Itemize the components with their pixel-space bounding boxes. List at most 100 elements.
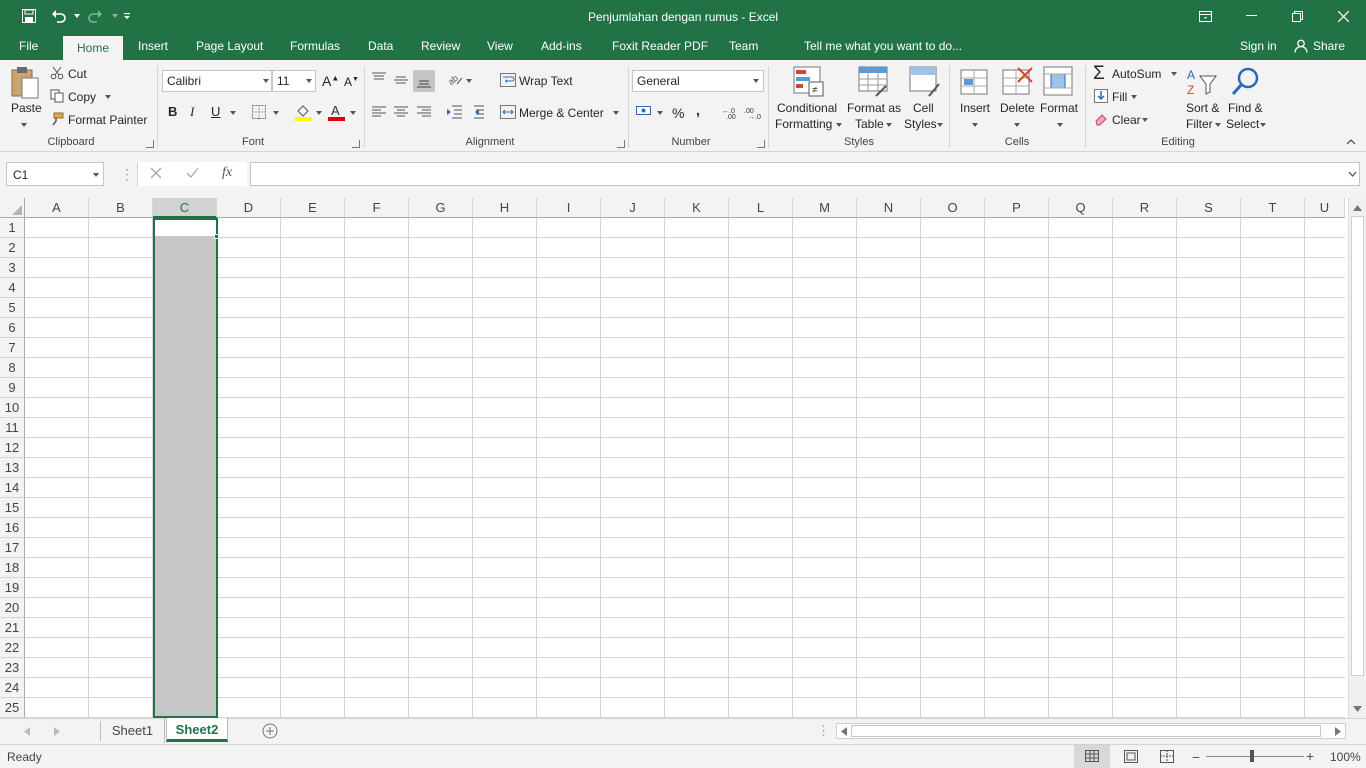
sheet-scroll-left-icon[interactable]	[24, 727, 30, 736]
tab-data[interactable]: Data	[368, 39, 393, 53]
underline-button[interactable]: U	[211, 104, 220, 119]
tab-insert[interactable]: Insert	[138, 39, 168, 53]
font-dialog-launcher[interactable]	[352, 140, 360, 148]
format-as-table-label-1[interactable]: Format as	[847, 101, 901, 115]
active-cell[interactable]	[155, 220, 216, 236]
fill-button[interactable]: Fill	[1112, 90, 1127, 104]
zoom-out-button[interactable]: −	[1192, 749, 1200, 765]
number-format-dropdown-icon[interactable]	[753, 79, 759, 83]
sort-filter-dropdown-icon[interactable]	[1215, 123, 1221, 127]
minimize-icon[interactable]	[1228, 0, 1274, 32]
delete-cells-button[interactable]: Delete	[1000, 101, 1035, 115]
collapse-ribbon-icon[interactable]	[1346, 138, 1356, 145]
sort-filter-label-2[interactable]: Filter	[1186, 117, 1213, 131]
selected-column-range[interactable]	[153, 218, 218, 718]
copy-button[interactable]: Copy	[68, 90, 96, 104]
font-color-icon[interactable]: A	[328, 103, 346, 121]
formula-input[interactable]	[250, 162, 1360, 186]
ribbon-display-options-icon[interactable]	[1182, 0, 1228, 32]
conditional-formatting-label-1[interactable]: Conditional	[777, 101, 837, 115]
fill-color-icon[interactable]	[295, 103, 313, 121]
borders-icon[interactable]	[252, 105, 266, 119]
increase-font-size-icon[interactable]: A▲	[322, 73, 339, 89]
format-as-table-dropdown-icon[interactable]	[886, 123, 892, 127]
align-right-icon[interactable]	[417, 106, 431, 118]
share-button[interactable]: Share	[1313, 39, 1345, 53]
worksheet-grid[interactable]: ABCDEFGHIJKLMNOPQRSTU 1 2 3 4 5 6 7 8 9 10 11 12 13 1…	[0, 198, 1366, 718]
tab-home[interactable]: Home	[63, 36, 123, 60]
clear-dropdown-icon[interactable]	[1142, 118, 1148, 122]
insert-cells-dropdown-icon[interactable]	[972, 123, 978, 127]
conditional-formatting-label-2[interactable]: Formatting	[775, 117, 832, 131]
zoom-slider[interactable]	[1206, 756, 1304, 757]
number-dialog-launcher[interactable]	[757, 140, 765, 148]
sheet-scroll-right-icon[interactable]	[54, 727, 60, 736]
merge-center-dropdown-icon[interactable]	[613, 111, 619, 115]
sheet-tab-sheet1[interactable]: Sheet1	[101, 719, 165, 743]
sign-in-link[interactable]: Sign in	[1240, 39, 1277, 53]
font-color-dropdown-icon[interactable]	[350, 111, 356, 115]
find-select-label-2[interactable]: Select	[1226, 117, 1259, 131]
restore-icon[interactable]	[1274, 0, 1320, 32]
alignment-dialog-launcher[interactable]	[617, 140, 625, 148]
find-select-dropdown-icon[interactable]	[1260, 123, 1266, 127]
font-size-dropdown-icon[interactable]	[306, 79, 312, 83]
scroll-down-icon[interactable]	[1353, 706, 1362, 712]
font-name-combo[interactable]: Calibri	[162, 70, 272, 92]
bold-button[interactable]: B	[168, 104, 177, 119]
font-name-dropdown-icon[interactable]	[263, 79, 269, 83]
insert-cells-button[interactable]: Insert	[960, 101, 990, 115]
page-layout-view-button[interactable]	[1124, 750, 1138, 763]
merge-center-button[interactable]: Merge & Center	[519, 106, 604, 120]
horizontal-scroll-thumb[interactable]	[851, 725, 1321, 737]
delete-cells-dropdown-icon[interactable]	[1014, 123, 1020, 127]
vertical-scroll-thumb[interactable]	[1351, 216, 1364, 676]
font-size-combo[interactable]: 11	[272, 70, 316, 92]
paste-icon[interactable]	[10, 66, 40, 100]
cell-styles-dropdown-icon[interactable]	[937, 123, 943, 127]
tab-foxit-reader-pdf[interactable]: Foxit Reader PDF	[612, 39, 708, 53]
tab-split-handle-icon[interactable]: ⋮	[817, 723, 830, 739]
conditional-formatting-dropdown-icon[interactable]	[836, 123, 842, 127]
decrease-decimal-icon[interactable]: .00 →.0	[744, 105, 762, 119]
tab-team[interactable]: Team	[729, 39, 758, 53]
comma-style-button[interactable]: ,	[696, 102, 700, 118]
name-box[interactable]: C1	[6, 162, 104, 186]
cut-button[interactable]: Cut	[68, 67, 87, 81]
tab-review[interactable]: Review	[421, 39, 460, 53]
autosum-dropdown-icon[interactable]	[1171, 72, 1177, 76]
accounting-format-icon[interactable]	[636, 104, 654, 118]
accounting-dropdown-icon[interactable]	[657, 111, 663, 115]
align-left-icon[interactable]	[372, 106, 386, 118]
fill-handle[interactable]	[214, 234, 219, 239]
increase-indent-icon[interactable]	[468, 105, 484, 119]
format-cells-button[interactable]: Format	[1040, 101, 1078, 115]
clear-button[interactable]: Clear	[1112, 113, 1141, 127]
align-center-icon[interactable]	[394, 106, 408, 118]
middle-align-icon[interactable]	[394, 74, 408, 86]
bottom-align-icon[interactable]	[413, 70, 435, 92]
format-painter-button[interactable]: Format Painter	[68, 113, 147, 127]
borders-dropdown-icon[interactable]	[273, 111, 279, 115]
paste-button-label[interactable]: Paste	[11, 101, 42, 115]
format-cells-dropdown-icon[interactable]	[1057, 123, 1063, 127]
close-icon[interactable]	[1320, 0, 1366, 32]
name-box-dropdown-icon[interactable]	[93, 173, 99, 177]
cell-styles-label-2[interactable]: Styles	[904, 117, 937, 131]
insert-function-button[interactable]: fx	[222, 165, 232, 181]
orientation-dropdown-icon[interactable]	[466, 79, 472, 83]
tab-view[interactable]: View	[487, 39, 513, 53]
top-align-icon[interactable]	[372, 72, 386, 84]
italic-button[interactable]: I	[190, 104, 194, 120]
new-sheet-icon[interactable]	[262, 723, 278, 739]
fill-dropdown-icon[interactable]	[1131, 95, 1137, 99]
horizontal-scrollbar[interactable]	[836, 723, 1346, 739]
scroll-left-icon[interactable]	[841, 727, 847, 736]
decrease-indent-icon[interactable]	[446, 105, 462, 119]
format-as-table-label-2[interactable]: Table	[855, 117, 884, 131]
zoom-level[interactable]: 100%	[1330, 750, 1361, 764]
tab-page-layout[interactable]: Page Layout	[196, 39, 263, 53]
copy-dropdown-icon[interactable]	[105, 95, 111, 99]
confirm-entry-icon[interactable]	[186, 167, 199, 179]
paste-dropdown-icon[interactable]	[21, 123, 27, 127]
